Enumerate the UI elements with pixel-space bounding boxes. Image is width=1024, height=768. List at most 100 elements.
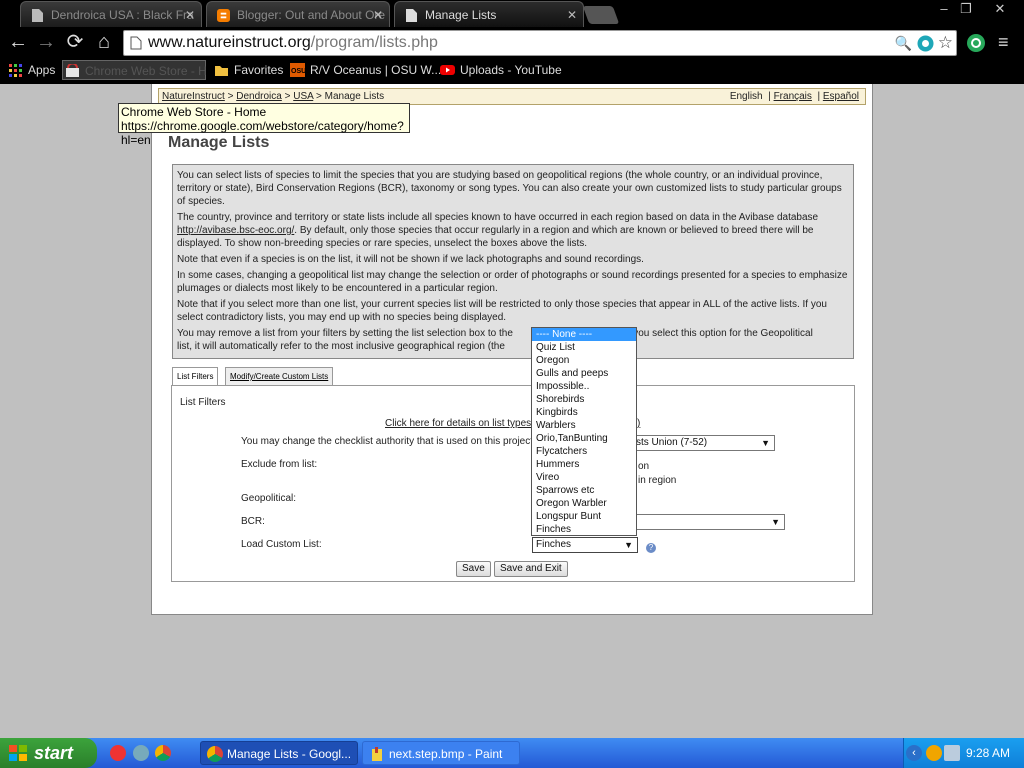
chrome-icon[interactable] xyxy=(155,745,171,761)
dropdown-option[interactable]: Quiz List xyxy=(532,341,636,354)
dropdown-option[interactable]: Oregon xyxy=(532,354,636,367)
dropdown-option[interactable]: Sparrows etc xyxy=(532,484,636,497)
bookmark-youtube[interactable]: Uploads - YouTube xyxy=(438,60,562,80)
breadcrumb-natureinstruct[interactable]: NatureInstruct xyxy=(162,91,225,102)
menu-icon[interactable]: ≡ xyxy=(998,32,1009,53)
ie-icon[interactable] xyxy=(133,745,149,761)
list-types-details-link-tail[interactable]: ) xyxy=(637,418,640,429)
dropdown-option[interactable]: Kingbirds xyxy=(532,406,636,419)
home-icon[interactable]: ⌂ xyxy=(92,30,116,54)
dropdown-option[interactable]: Flycatchers xyxy=(532,445,636,458)
aim-icon[interactable] xyxy=(110,745,126,761)
tray-app-icon[interactable] xyxy=(926,745,942,761)
dropdown-option[interactable]: Oregon Warbler xyxy=(532,497,636,510)
dropdown-option[interactable]: Longspur Bunt xyxy=(532,510,636,523)
search-icon[interactable]: 🔍 xyxy=(895,31,912,55)
custom-list-value: Finches xyxy=(536,539,572,550)
network-icon[interactable] xyxy=(944,745,960,761)
exclude-label: Exclude from list: xyxy=(241,459,318,470)
breadcrumb-separator: > xyxy=(316,91,322,102)
dropdown-option[interactable]: Impossible.. xyxy=(532,380,636,393)
bcr-select[interactable]: ▼ xyxy=(632,514,785,530)
breadcrumb-separator: > xyxy=(284,91,291,102)
lang-francais[interactable]: Français xyxy=(774,91,812,102)
window-close-button[interactable]: ✕ xyxy=(986,0,1014,18)
start-button[interactable]: start xyxy=(0,738,97,768)
help-icon[interactable]: ? xyxy=(646,543,656,553)
tab-modify-custom-lists[interactable]: Modify/Create Custom Lists xyxy=(225,367,334,385)
bookmark-apps[interactable]: Apps xyxy=(6,60,55,80)
info-paragraph: Note that even if a species is on the li… xyxy=(177,254,644,265)
reload-icon[interactable]: ⟳ xyxy=(63,30,87,54)
dropdown-option[interactable]: Finches xyxy=(532,523,636,536)
exclude-option-2[interactable]: in region xyxy=(638,475,676,486)
dropdown-option[interactable]: Gulls and peeps xyxy=(532,367,636,380)
paint-icon xyxy=(372,747,382,761)
dropdown-option[interactable]: Vireo xyxy=(532,471,636,484)
browser-tab-blogger[interactable]: Blogger: Out and About Ore ✕ xyxy=(206,1,390,27)
dropdown-option[interactable]: Hummers xyxy=(532,458,636,471)
browser-tab-dendroica[interactable]: Dendroica USA : Black Fra ✕ xyxy=(20,1,202,27)
breadcrumb-current: Manage Lists xyxy=(324,91,385,102)
chrome-icon xyxy=(207,746,223,762)
account-icon[interactable] xyxy=(966,33,986,53)
page-viewport: NatureInstruct > Dendroica > USA > Manag… xyxy=(0,84,1024,738)
info-paragraph: You may remove a list from your filters … xyxy=(177,328,813,339)
bookmark-favorites[interactable]: Favorites xyxy=(212,60,283,80)
bcr-label: BCR: xyxy=(241,516,265,527)
tab-title: Blogger: Out and About Ore xyxy=(237,8,386,22)
page-icon xyxy=(130,36,142,50)
tab-list-filters[interactable]: List Filters xyxy=(172,367,219,386)
authority-value: sts Union (7-52) xyxy=(636,437,708,448)
svg-text:OSU: OSU xyxy=(291,68,305,75)
task-label: Manage Lists - Googl... xyxy=(227,747,352,761)
bookmark-tooltip: Chrome Web Store - Home https://chrome.g… xyxy=(118,103,410,147)
bookmark-label: Favorites xyxy=(234,63,284,77)
bookmark-star-icon[interactable]: ☆ xyxy=(938,31,953,55)
authority-select[interactable]: sts Union (7-52) ▼ xyxy=(632,435,775,451)
info-paragraph: Note that if you select more than one li… xyxy=(177,299,827,323)
close-icon[interactable]: ✕ xyxy=(185,2,195,27)
folder-icon xyxy=(215,66,228,76)
bookmark-label: Chrome Web Store - H xyxy=(85,64,207,78)
page-content: NatureInstruct > Dendroica > USA > Manag… xyxy=(151,84,873,615)
start-label: start xyxy=(34,743,74,763)
dropdown-option[interactable]: Orio,TanBunting xyxy=(532,432,636,445)
task-manage-lists[interactable]: Manage Lists - Googl... xyxy=(200,741,358,765)
task-paint[interactable]: next.step.bmp - Paint xyxy=(362,741,520,765)
dropdown-option[interactable]: ---- None ---- xyxy=(532,328,636,341)
lang-espanol[interactable]: Español xyxy=(823,91,859,102)
exclude-option-1[interactable]: on xyxy=(638,461,649,472)
restore-button[interactable]: ❐ xyxy=(952,0,980,18)
chevron-left-icon[interactable]: ‹ xyxy=(906,745,922,761)
new-tab-button[interactable] xyxy=(582,6,620,24)
close-icon[interactable]: ✕ xyxy=(373,2,383,27)
custom-list-select[interactable]: Finches ▼ xyxy=(532,537,638,553)
web-store-icon xyxy=(66,64,79,77)
bookmark-chrome-web-store[interactable]: Chrome Web Store - H xyxy=(62,60,207,80)
extension-icon[interactable] xyxy=(917,35,934,52)
lang-english: English xyxy=(729,91,763,102)
save-and-exit-button[interactable]: Save and Exit xyxy=(494,561,568,577)
list-types-details-link[interactable]: Click here for details on list types a xyxy=(385,418,540,429)
browser-tab-manage-lists[interactable]: Manage Lists ✕ xyxy=(394,1,584,27)
geopolitical-label: Geopolitical: xyxy=(241,493,297,504)
save-button[interactable]: Save xyxy=(456,561,491,577)
page-icon xyxy=(32,9,43,22)
bookmarks-bar: Apps Chrome Web Store - H Favorites OSU … xyxy=(0,58,1024,82)
breadcrumb-dendroica[interactable]: Dendroica xyxy=(236,91,282,102)
address-bar[interactable]: www.natureinstruct.org/program/lists.php… xyxy=(123,30,957,56)
back-arrow-icon[interactable]: ← xyxy=(6,30,30,54)
dropdown-option[interactable]: Warblers xyxy=(532,419,636,432)
forward-arrow-icon[interactable]: → xyxy=(34,30,58,54)
tab-title: Dendroica USA : Black Fra xyxy=(51,8,194,22)
clock: 9:28 AM xyxy=(965,746,1010,760)
close-icon[interactable]: ✕ xyxy=(567,2,577,27)
task-label: next.step.bmp - Paint xyxy=(389,747,503,761)
avibase-link[interactable]: http://avibase.bsc-eoc.org/ xyxy=(177,225,294,236)
dropdown-option[interactable]: Shorebirds xyxy=(532,393,636,406)
chevron-down-icon: ▼ xyxy=(761,438,770,448)
breadcrumb-usa[interactable]: USA xyxy=(293,91,313,102)
bookmark-oceanus[interactable]: OSU R/V Oceanus | OSU W... xyxy=(288,60,441,80)
list-filters-panel: List Filters Click here for details on l… xyxy=(171,385,855,582)
